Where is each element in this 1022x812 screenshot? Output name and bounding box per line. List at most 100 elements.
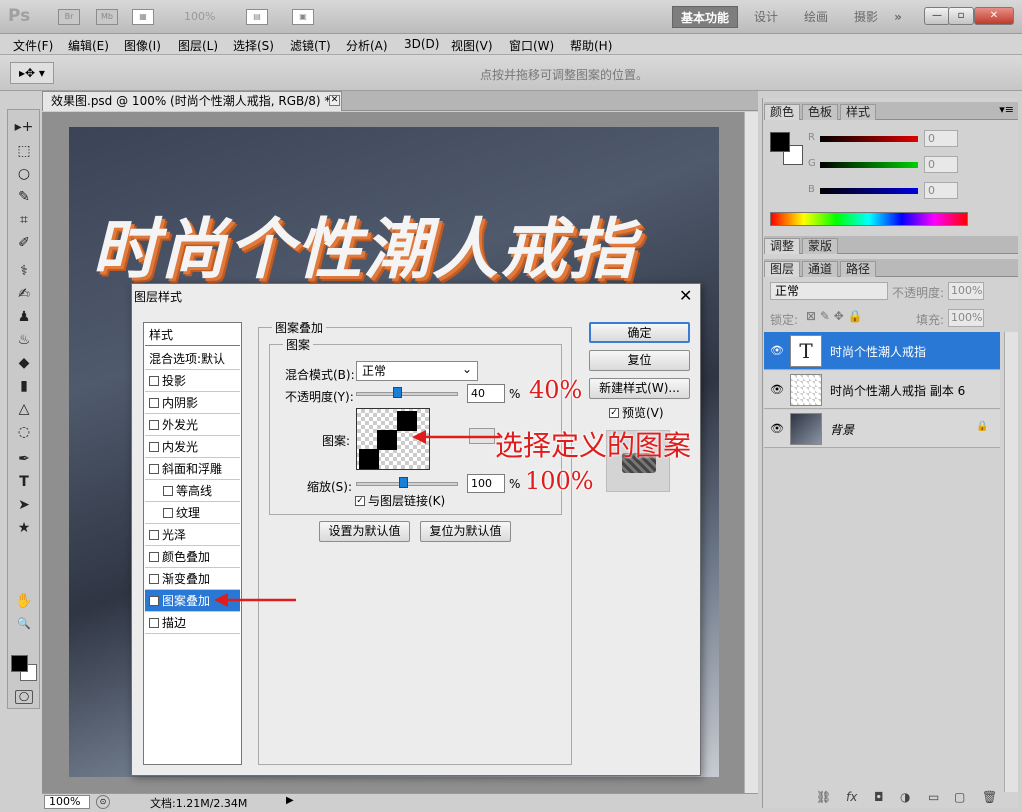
layer-row-copy[interactable]: 👁 时尚个性潮人戒指 副本 6 — [764, 371, 1000, 409]
type-tool-icon[interactable]: T — [14, 473, 34, 491]
style-item-checkbox[interactable] — [149, 441, 159, 452]
style-item-checkbox[interactable] — [149, 529, 159, 540]
style-item[interactable]: 描边 — [145, 612, 240, 634]
workspace-essentials[interactable]: 基本功能 — [672, 6, 738, 28]
brush-tool-icon[interactable]: ✍ — [14, 285, 34, 303]
tab-swatches[interactable]: 色板 — [802, 104, 839, 120]
color-spectrum-ramp[interactable] — [770, 212, 968, 226]
tab-color[interactable]: 颜色 — [764, 104, 801, 120]
mini-bridge-icon[interactable]: Mb — [96, 9, 118, 25]
link-with-layer-option[interactable]: ✓ 与图层链接(K) — [355, 492, 445, 509]
workspace-design[interactable]: 设计 — [746, 6, 786, 28]
link-with-layer-checkbox[interactable]: ✓ — [355, 495, 365, 506]
menu-analysis[interactable]: 分析(A) — [346, 37, 388, 54]
path-select-tool-icon[interactable]: ➤ — [14, 496, 34, 514]
opacity-slider-handle[interactable] — [392, 387, 402, 398]
add-mask-icon[interactable]: ◘ — [874, 790, 884, 804]
lasso-tool-icon[interactable]: ○ — [14, 165, 34, 183]
more-workspaces-icon[interactable]: » — [888, 6, 908, 28]
eraser-tool-icon[interactable]: ◆ — [14, 354, 34, 372]
panel-menu-icon[interactable]: ▾≡ — [999, 103, 1014, 116]
green-slider[interactable] — [820, 162, 918, 168]
status-zoom-field[interactable]: 100% — [44, 795, 90, 809]
gradient-tool-icon[interactable]: ▮ — [14, 377, 34, 395]
layer-blend-mode-select[interactable]: 正常 — [770, 282, 888, 300]
pen-tool-icon[interactable]: ✒ — [14, 450, 34, 468]
style-item[interactable]: 内发光 — [145, 436, 240, 458]
blue-value-input[interactable]: 0 — [924, 182, 958, 199]
crop-tool-icon[interactable]: ⌗ — [14, 211, 34, 229]
style-item-checkbox[interactable] — [149, 419, 159, 430]
layer-visibility-eye-icon[interactable]: 👁 — [770, 383, 784, 396]
quick-select-tool-icon[interactable]: ✎ — [14, 188, 34, 206]
style-item[interactable]: 颜色叠加 — [145, 546, 240, 568]
adjustment-layer-icon[interactable]: ◑ — [900, 790, 910, 804]
minimize-button[interactable]: — — [924, 7, 950, 25]
view-extras-icon[interactable]: ▦ — [132, 9, 154, 25]
scale-slider-handle[interactable] — [398, 477, 408, 488]
layers-scrollbar[interactable] — [1004, 332, 1018, 792]
make-default-button[interactable]: 设置为默认值 — [319, 521, 410, 542]
tab-masks[interactable]: 蒙版 — [802, 238, 839, 254]
new-style-button[interactable]: 新建样式(W)... — [589, 378, 690, 399]
style-item[interactable]: 纹理 — [145, 502, 240, 524]
tab-channels[interactable]: 通道 — [802, 261, 839, 277]
zoom-tool-icon[interactable]: 🔍 — [14, 615, 34, 633]
lock-options-icon[interactable]: ⊠ ✎ ✥ 🔒 — [806, 309, 863, 323]
blur-tool-icon[interactable]: △ — [14, 400, 34, 418]
tab-styles[interactable]: 样式 — [840, 104, 877, 120]
eyedropper-tool-icon[interactable]: ✐ — [14, 234, 34, 252]
blend-mode-select[interactable]: 正常 ⌄ — [356, 361, 478, 381]
status-info-icon[interactable]: ⊙ — [96, 795, 110, 809]
menu-layer[interactable]: 图层(L) — [178, 37, 218, 54]
style-item-checkbox[interactable] — [149, 573, 159, 584]
marquee-tool-icon[interactable]: ⬚ — [14, 142, 34, 160]
layer-row-text[interactable]: 👁 T 时尚个性潮人戒指 — [764, 332, 1000, 370]
tab-adjustments[interactable]: 调整 — [764, 238, 801, 254]
new-group-icon[interactable]: ▭ — [928, 790, 939, 804]
delete-layer-icon[interactable]: 🗑 — [982, 790, 997, 804]
opacity-slider-track[interactable] — [356, 392, 458, 396]
menu-3d[interactable]: 3D(D) — [404, 37, 439, 51]
menu-select[interactable]: 选择(S) — [233, 37, 274, 54]
layer-row-background[interactable]: 👁 背景 🔒 — [764, 410, 1000, 448]
close-window-button[interactable]: ✕ — [974, 7, 1014, 25]
layer-opacity-input[interactable]: 100% — [948, 282, 984, 300]
foreground-color-swatch[interactable] — [11, 655, 28, 672]
clone-stamp-tool-icon[interactable]: ♟ — [14, 308, 34, 326]
style-item-checkbox[interactable] — [163, 507, 173, 518]
preview-option[interactable]: ✓ 预览(V) — [609, 404, 664, 421]
dodge-tool-icon[interactable]: ◌ — [14, 423, 34, 441]
red-slider[interactable] — [820, 136, 918, 142]
layer-visibility-eye-icon[interactable]: 👁 — [770, 344, 784, 357]
style-item-checkbox[interactable] — [149, 397, 159, 408]
blue-slider[interactable] — [820, 188, 918, 194]
opacity-input[interactable]: 40 — [467, 384, 505, 403]
status-menu-arrow-icon[interactable]: ▶ — [286, 795, 294, 806]
preview-checkbox[interactable]: ✓ — [609, 407, 619, 418]
style-item[interactable]: 渐变叠加 — [145, 568, 240, 590]
blending-options-item[interactable]: 混合选项:默认 — [145, 348, 240, 370]
menu-file[interactable]: 文件(F) — [13, 37, 53, 54]
style-item-checkbox[interactable] — [149, 551, 159, 562]
bridge-icon[interactable]: Br — [58, 9, 80, 25]
workspace-painting[interactable]: 绘画 — [796, 6, 836, 28]
style-item[interactable]: 内阴影 — [145, 392, 240, 414]
reset-to-default-button[interactable]: 复位为默认值 — [420, 521, 511, 542]
new-layer-icon[interactable]: ▢ — [954, 790, 965, 804]
menu-view[interactable]: 视图(V) — [451, 37, 493, 54]
styles-list-header[interactable]: 样式 — [145, 324, 240, 346]
reset-button[interactable]: 复位 — [589, 350, 690, 371]
layer-effects-icon[interactable]: fx — [846, 790, 857, 804]
menu-window[interactable]: 窗口(W) — [509, 37, 554, 54]
quick-mask-icon[interactable]: ◯ — [15, 690, 33, 704]
style-item[interactable]: 投影 — [145, 370, 240, 392]
style-item-checkbox[interactable] — [149, 617, 159, 628]
style-item[interactable]: 光泽 — [145, 524, 240, 546]
menu-help[interactable]: 帮助(H) — [570, 37, 612, 54]
healing-brush-tool-icon[interactable]: ⚕ — [14, 262, 34, 280]
zoom-level-select[interactable]: 100% — [184, 10, 215, 23]
fill-input[interactable]: 100% — [948, 309, 984, 327]
menu-edit[interactable]: 编辑(E) — [68, 37, 109, 54]
style-item-checkbox[interactable] — [163, 485, 173, 496]
